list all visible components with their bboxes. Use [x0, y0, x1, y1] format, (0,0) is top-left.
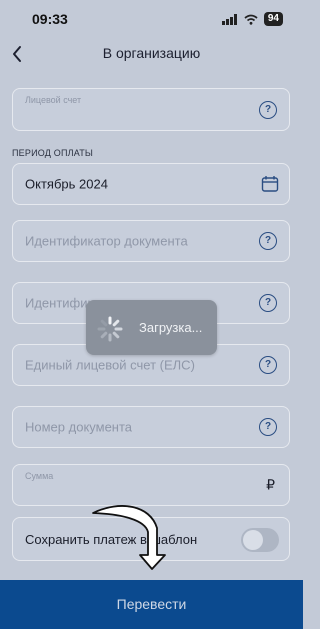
save-template-label: Сохранить платеж в шаблон — [25, 532, 198, 547]
document-id-placeholder: Идентификатор документа — [25, 233, 188, 249]
header: В организацию — [0, 36, 303, 72]
amount-label: Сумма — [25, 471, 54, 481]
document-number-field[interactable]: Номер документа ? — [12, 406, 290, 448]
battery-icon: 94 — [263, 12, 283, 26]
help-icon[interactable]: ? — [259, 294, 277, 312]
account-field[interactable]: Лицевой счет ? — [12, 88, 290, 131]
loading-overlay: Загрузка... — [86, 300, 217, 355]
document-id-field[interactable]: Идентификатор документа ? — [12, 220, 290, 262]
status-icons: 94 — [221, 12, 283, 26]
page-title: В организацию — [102, 45, 201, 61]
amount-field[interactable]: Сумма ₽ — [12, 464, 290, 506]
help-icon[interactable]: ? — [259, 418, 277, 436]
save-template-row[interactable]: Сохранить платеж в шаблон — [12, 517, 290, 561]
calendar-icon[interactable] — [261, 175, 279, 193]
document-number-placeholder: Номер документа — [25, 419, 133, 435]
period-label: ПЕРИОД ОПЛАТЫ — [12, 148, 94, 158]
help-icon[interactable]: ? — [259, 232, 277, 250]
wifi-icon — [244, 14, 258, 25]
help-icon[interactable]: ? — [259, 100, 277, 119]
status-time: 09:33 — [32, 11, 68, 27]
signal-icon — [221, 13, 237, 25]
help-icon[interactable]: ? — [259, 356, 277, 374]
save-template-toggle[interactable] — [241, 528, 279, 552]
period-value: Октябрь 2024 — [25, 176, 108, 192]
spinner-icon — [97, 316, 123, 342]
toggle-knob — [243, 530, 263, 550]
ruble-icon: ₽ — [266, 476, 275, 493]
status-bar: 09:33 94 — [0, 0, 303, 36]
account-label: Лицевой счет — [25, 95, 82, 105]
els-placeholder: Единый лицевой счет (ЕЛС) — [25, 357, 195, 373]
period-field[interactable]: Октябрь 2024 — [12, 163, 290, 205]
loading-text: Загрузка... — [139, 320, 203, 335]
transfer-button[interactable]: Перевести — [0, 580, 303, 629]
